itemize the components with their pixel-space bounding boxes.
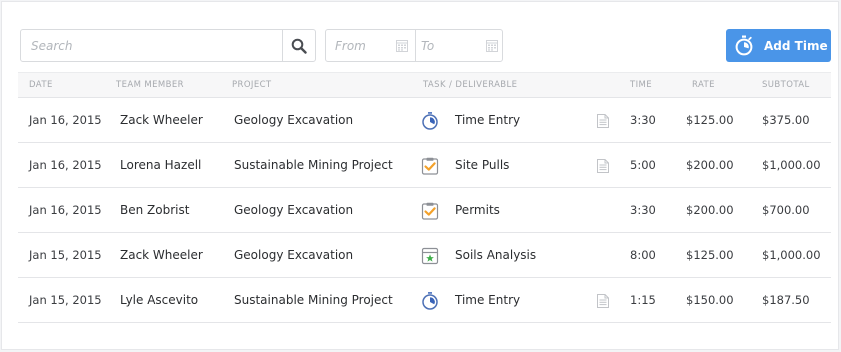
column-header-team-member[interactable]: TEAM MEMBER	[116, 73, 184, 97]
column-header-date[interactable]: DATE	[29, 73, 53, 97]
add-time-button[interactable]: Add Time	[726, 29, 831, 62]
rate-value: $125.00	[686, 248, 734, 262]
time-entries-panel: Add Time DATE TEAM MEMBER PROJECT TASK /…	[1, 1, 839, 350]
search-button[interactable]	[282, 30, 315, 61]
stopwatch-icon	[421, 292, 439, 310]
clipboard-check-icon	[421, 157, 439, 175]
entry-date: Jan 15, 2015	[29, 248, 102, 262]
project-name: Geology Excavation	[234, 203, 354, 217]
column-header-subtotal[interactable]: SUBTOTAL	[762, 73, 810, 97]
deliverable-star-icon	[421, 247, 439, 265]
rate-value: $200.00	[686, 158, 734, 172]
from-date-input[interactable]	[326, 30, 399, 61]
note-icon[interactable]	[597, 113, 609, 132]
table-row[interactable]: Jan 15, 2015 Zack Wheeler Geology Excavati…	[18, 233, 831, 278]
date-range-picker	[325, 29, 503, 62]
team-member-name: Lorena Hazell	[120, 158, 202, 172]
time-value: 1:15	[630, 293, 656, 307]
entry-date: Jan 16, 2015	[29, 203, 102, 217]
stopwatch-icon	[734, 35, 754, 56]
task-name: Time Entry	[455, 293, 521, 307]
subtotal-value: $1,000.00	[762, 158, 821, 172]
team-member-name: Lyle Ascevito	[120, 293, 199, 307]
from-date-field	[326, 30, 414, 61]
time-value: 8:00	[630, 248, 656, 262]
team-member-name: Zack Wheeler	[120, 113, 203, 127]
rate-value: $150.00	[686, 293, 734, 307]
entry-date: Jan 15, 2015	[29, 293, 102, 307]
subtotal-value: $700.00	[762, 203, 810, 217]
table-row[interactable]: Jan 16, 2015 Zack Wheeler Geology Excavati…	[18, 98, 831, 143]
team-member-name: Zack Wheeler	[120, 248, 203, 262]
table-header: DATE TEAM MEMBER PROJECT TASK / DELIVERA…	[18, 72, 831, 98]
subtotal-value: $187.50	[762, 293, 810, 307]
stopwatch-icon	[421, 112, 439, 130]
project-name: Sustainable Mining Project	[234, 158, 393, 172]
team-member-name: Ben Zobrist	[120, 203, 190, 217]
column-header-task[interactable]: TASK / DELIVERABLE	[423, 73, 517, 97]
search-input[interactable]	[21, 30, 283, 61]
column-header-time[interactable]: TIME	[630, 73, 652, 97]
add-time-label: Add Time	[764, 38, 828, 53]
to-date-field	[415, 30, 504, 61]
project-name: Geology Excavation	[234, 113, 354, 127]
note-icon[interactable]	[597, 293, 609, 312]
time-value: 5:00	[630, 158, 656, 172]
table-row[interactable]: Jan 16, 2015 Lorena Hazell Sustainable Min…	[18, 143, 831, 188]
task-name: Site Pulls	[455, 158, 510, 172]
project-name: Geology Excavation	[234, 248, 354, 262]
note-icon[interactable]	[597, 158, 609, 177]
clipboard-check-icon	[421, 202, 439, 220]
task-name: Soils Analysis	[455, 248, 537, 262]
time-value: 3:30	[630, 203, 656, 217]
subtotal-value: $1,000.00	[762, 248, 821, 262]
search-icon	[291, 38, 307, 54]
column-header-project[interactable]: PROJECT	[232, 73, 272, 97]
rate-value: $125.00	[686, 113, 734, 127]
calendar-icon[interactable]	[396, 39, 408, 52]
calendar-icon[interactable]	[486, 39, 498, 52]
to-date-input[interactable]	[416, 30, 485, 61]
search-box	[20, 29, 316, 62]
entry-date: Jan 16, 2015	[29, 158, 102, 172]
time-value: 3:30	[630, 113, 656, 127]
project-name: Sustainable Mining Project	[234, 293, 393, 307]
task-name: Permits	[455, 203, 500, 217]
rate-value: $200.00	[686, 203, 734, 217]
subtotal-value: $375.00	[762, 113, 810, 127]
entry-date: Jan 16, 2015	[29, 113, 102, 127]
column-header-rate[interactable]: RATE	[692, 73, 715, 97]
table-row[interactable]: Jan 16, 2015 Ben Zobrist Geology Excavatio…	[18, 188, 831, 233]
task-name: Time Entry	[455, 113, 521, 127]
table-row[interactable]: Jan 15, 2015 Lyle Ascevito Sustainable Min…	[18, 278, 831, 323]
